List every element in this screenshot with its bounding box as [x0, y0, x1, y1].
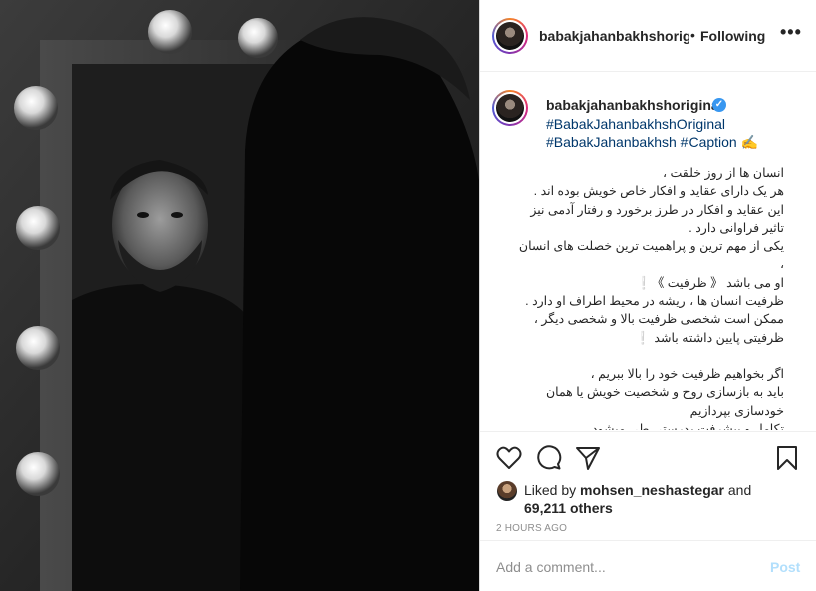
heart-icon[interactable] — [496, 446, 522, 470]
hashtag-caption[interactable]: #Caption — [681, 134, 737, 150]
liker-username[interactable]: mohsen_neshastegar — [580, 482, 724, 498]
verified-badge-icon: ✓ — [712, 98, 726, 112]
caption-line: انسان ها از روز خلقت ، — [663, 166, 784, 180]
hashtag-original[interactable]: #BabakJahanbakhshOriginal — [546, 116, 725, 132]
caption-line: ، — [779, 257, 784, 272]
more-horizontal-icon[interactable]: ••• — [780, 22, 802, 43]
caption-line: اگر بخواهیم ظرفیت خود را بالا ببریم ، — [590, 366, 784, 381]
mirror-portrait-image — [0, 0, 479, 591]
post-detail-panel: babakjahanbakhshorigi • Following ••• ba… — [479, 0, 816, 591]
caption-line: هر یک دارای عقاید و افکار خاص خویش بوده … — [533, 184, 784, 199]
caption-text: انسان ها از روز خلقت ، هر یک دارای عقاید… — [518, 164, 784, 430]
caption-line: یکی از مهم ترین و پراهمیت ترین خصلت های … — [518, 239, 784, 254]
share-icon[interactable] — [575, 445, 601, 471]
comment-icon[interactable] — [536, 445, 562, 471]
caption-line: او می باشد 《 ظرفیت 》❕ — [636, 275, 784, 290]
caption-hashtag-line: #BabakJahanbakhsh #Caption ✍ — [546, 134, 758, 151]
caption-line: ممکن است شخصی ظرفیت بالا و شخصی دیگر ، — [533, 312, 784, 327]
caption-username[interactable]: babakjahanbakhshoriginal — [546, 97, 723, 113]
bookmark-icon[interactable] — [775, 445, 799, 471]
header-avatar[interactable] — [492, 18, 528, 54]
likes-count-link[interactable]: 69,211 others — [524, 500, 613, 516]
liked-by-prefix: Liked by — [524, 482, 577, 498]
header-username[interactable]: babakjahanbakhshorigi — [539, 28, 689, 44]
caption-line: این عقاید و افکار در طرز برخورد و رفتار … — [530, 202, 784, 217]
post-comment-button[interactable]: Post — [770, 559, 800, 575]
post-header: babakjahanbakhshorigi • Following ••• — [480, 0, 816, 72]
following-button[interactable]: Following — [700, 28, 765, 44]
caption-area: babakjahanbakhshoriginal ✓ #BabakJahanba… — [480, 72, 816, 430]
caption-avatar[interactable] — [492, 90, 528, 126]
comment-input[interactable]: Add a comment... — [496, 559, 736, 575]
caption-line: خودسازی بپردازیم — [689, 403, 784, 418]
post-photo[interactable] — [0, 0, 479, 591]
action-bar — [480, 431, 816, 483]
hashtag-babakjahanbakhsh[interactable]: #BabakJahanbakhsh — [546, 134, 677, 150]
post-timestamp[interactable]: 2 HOURS AGO — [496, 523, 567, 534]
caption-line: تاثیر فراوانی دارد . — [688, 220, 784, 235]
header-dot: • — [690, 27, 695, 43]
likes-text: Liked by mohsen_neshastegar and 69,211 o… — [524, 481, 764, 517]
caption-line: تکامل و پیشرفت بدرستی طی میشود — [591, 421, 784, 430]
caption-line: باید به بازسازی روح و شخصیت خویش یا همان — [545, 385, 784, 400]
liker-avatar[interactable] — [497, 481, 517, 501]
writing-hand-emoji: ✍ — [740, 134, 759, 150]
caption-line: ظرفیتی پایین داشته باشد ❕ — [635, 330, 784, 345]
liked-by-and: and — [727, 482, 752, 498]
caption-line: ظرفیت انسان ها ، ریشه در محیط اطراف او د… — [525, 294, 784, 309]
comment-bar: Add a comment... Post — [480, 540, 816, 591]
